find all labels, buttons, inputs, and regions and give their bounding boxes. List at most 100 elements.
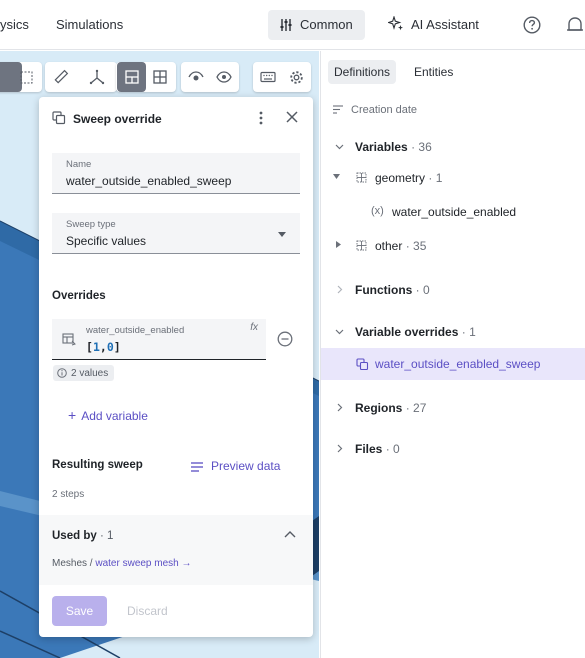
add-variable-button[interactable]: + Add variable bbox=[68, 407, 148, 423]
viewport-toolbar-select bbox=[0, 62, 42, 92]
tree-node-variable-overrides[interactable]: Variable overrides · 1 bbox=[321, 322, 585, 344]
ruler-icon bbox=[54, 69, 69, 84]
used-by-meshes: Meshes / water sweep mesh → bbox=[52, 558, 192, 569]
definitions-panel: Definitions Entities Creation date Varia… bbox=[320, 51, 585, 658]
eye-icon bbox=[216, 71, 232, 83]
add-variable-label: Add variable bbox=[81, 409, 148, 423]
sweep-type-label: Sweep type bbox=[66, 219, 116, 230]
used-by-section: Used by · 1 Meshes / water sweep mesh → bbox=[39, 515, 313, 585]
caret-down-icon bbox=[333, 174, 340, 179]
tab-entities[interactable]: Entities bbox=[408, 60, 459, 84]
name-label: Name bbox=[66, 159, 92, 170]
hide-button[interactable] bbox=[182, 62, 210, 92]
sweep-override-panel: Sweep override Name water_outside_enable… bbox=[39, 97, 313, 637]
list-icon bbox=[191, 462, 203, 472]
tree-node-other[interactable]: other · 35 bbox=[321, 236, 585, 258]
caret-right-icon bbox=[336, 241, 341, 248]
nav-physics[interactable]: ysics bbox=[0, 17, 29, 32]
eye-hide-icon bbox=[188, 71, 204, 81]
help-icon[interactable] bbox=[523, 16, 541, 34]
tree-node-sweep-selected[interactable]: water_outside_enabled_sweep bbox=[321, 348, 585, 380]
axes-button[interactable] bbox=[83, 62, 111, 92]
chevron-right-icon bbox=[337, 444, 343, 453]
top-bar: ysics Simulations Common AI Assistant bbox=[0, 0, 585, 50]
tree-node-functions[interactable]: Functions · 0 bbox=[321, 280, 585, 302]
chevron-right-icon bbox=[337, 403, 343, 412]
values-count-badge: 2 values bbox=[53, 365, 115, 381]
single-view-button[interactable] bbox=[117, 62, 146, 92]
layout-grid-icon bbox=[153, 70, 167, 84]
sweep-type-select[interactable]: Sweep type Specific values bbox=[52, 213, 300, 254]
tree-label-other: other · 35 bbox=[375, 239, 427, 253]
override-value-field[interactable]: water_outside_enabled [1,0] fx bbox=[52, 319, 266, 360]
sweep-type-value: Specific values bbox=[66, 234, 147, 248]
nav-simulations[interactable]: Simulations bbox=[56, 17, 123, 32]
box-select-button[interactable] bbox=[12, 62, 40, 92]
viewport-toolbar-visibility bbox=[181, 62, 239, 92]
discard-button[interactable]: Discard bbox=[127, 604, 168, 618]
tree-node-regions[interactable]: Regions · 27 bbox=[321, 398, 585, 420]
more-options-icon[interactable] bbox=[256, 110, 266, 126]
save-button[interactable]: Save bbox=[52, 596, 107, 626]
tab-definitions[interactable]: Definitions bbox=[328, 60, 397, 84]
variable-icon: (x) bbox=[371, 205, 384, 217]
ai-assistant-button[interactable]: AI Assistant bbox=[388, 16, 479, 32]
values-count: 2 values bbox=[71, 367, 109, 379]
tree-label-water-outside-enabled: water_outside_enabled bbox=[392, 205, 517, 219]
overrides-heading: Overrides bbox=[52, 290, 106, 302]
common-button[interactable]: Common bbox=[268, 10, 365, 40]
chevron-down-icon bbox=[335, 329, 344, 335]
keyboard-button[interactable] bbox=[254, 62, 282, 92]
tree-node-geometry[interactable]: geometry · 1 bbox=[321, 168, 585, 190]
sort-icon bbox=[333, 105, 343, 114]
tree-label-files: Files · 0 bbox=[355, 442, 400, 456]
grid-folder-icon bbox=[356, 172, 367, 183]
tree-node-files[interactable]: Files · 0 bbox=[321, 439, 585, 461]
sweep-override-icon bbox=[356, 358, 369, 371]
bell-icon[interactable] bbox=[565, 15, 585, 35]
name-field[interactable]: Name water_outside_enabled_sweep bbox=[52, 153, 300, 194]
used-by-heading[interactable]: Used by · 1 bbox=[52, 530, 113, 542]
chevron-up-icon[interactable] bbox=[284, 530, 296, 538]
override-values-code: [1,0] bbox=[86, 340, 121, 354]
preview-data-button[interactable]: Preview data bbox=[191, 459, 280, 473]
tree-node-variables[interactable]: Variables · 36 bbox=[321, 137, 585, 159]
mesh-link[interactable]: water sweep mesh → bbox=[95, 558, 191, 569]
caret-down-icon bbox=[278, 232, 286, 237]
function-icon[interactable]: fx bbox=[250, 322, 258, 333]
tree-label-variables: Variables · 36 bbox=[355, 140, 432, 154]
ai-assistant-label: AI Assistant bbox=[411, 17, 479, 32]
tree-node-water-outside-enabled[interactable]: (x) water_outside_enabled bbox=[321, 202, 585, 224]
show-button[interactable] bbox=[210, 62, 238, 92]
ruler-button[interactable] bbox=[47, 62, 75, 92]
layout-single-icon bbox=[124, 70, 139, 84]
common-label: Common bbox=[300, 17, 353, 32]
info-icon bbox=[57, 368, 67, 378]
preview-data-label: Preview data bbox=[211, 459, 281, 473]
chevron-right-icon bbox=[337, 285, 343, 294]
viewport-toolbar-settings bbox=[253, 62, 311, 92]
tree-label-variable-overrides: Variable overrides · 1 bbox=[355, 325, 476, 339]
tree-label-functions: Functions · 0 bbox=[355, 283, 430, 297]
quad-view-button[interactable] bbox=[146, 62, 174, 92]
axes-icon bbox=[89, 69, 105, 85]
tree-label-sweep: water_outside_enabled_sweep bbox=[375, 357, 541, 371]
sort-control[interactable]: Creation date bbox=[333, 104, 417, 116]
name-value: water_outside_enabled_sweep bbox=[66, 174, 232, 188]
remove-circle-icon[interactable] bbox=[277, 331, 293, 347]
settings-button[interactable] bbox=[282, 62, 310, 92]
sweep-override-icon bbox=[52, 111, 66, 125]
tree-label-regions: Regions · 27 bbox=[355, 401, 427, 415]
plus-icon: + bbox=[68, 407, 77, 423]
panel-title: Sweep override bbox=[73, 112, 162, 126]
steps-count: 2 steps bbox=[52, 489, 85, 500]
close-icon[interactable] bbox=[285, 110, 299, 124]
resulting-sweep-heading: Resulting sweep bbox=[52, 459, 143, 471]
grid-folder-icon bbox=[356, 240, 367, 251]
box-select-icon bbox=[20, 71, 32, 83]
table-variable-icon bbox=[62, 333, 76, 346]
chevron-down-icon bbox=[335, 144, 344, 150]
tree-label-geometry: geometry · 1 bbox=[375, 171, 443, 185]
sliders-icon bbox=[280, 19, 292, 31]
viewport-toolbar-measure bbox=[45, 62, 117, 92]
